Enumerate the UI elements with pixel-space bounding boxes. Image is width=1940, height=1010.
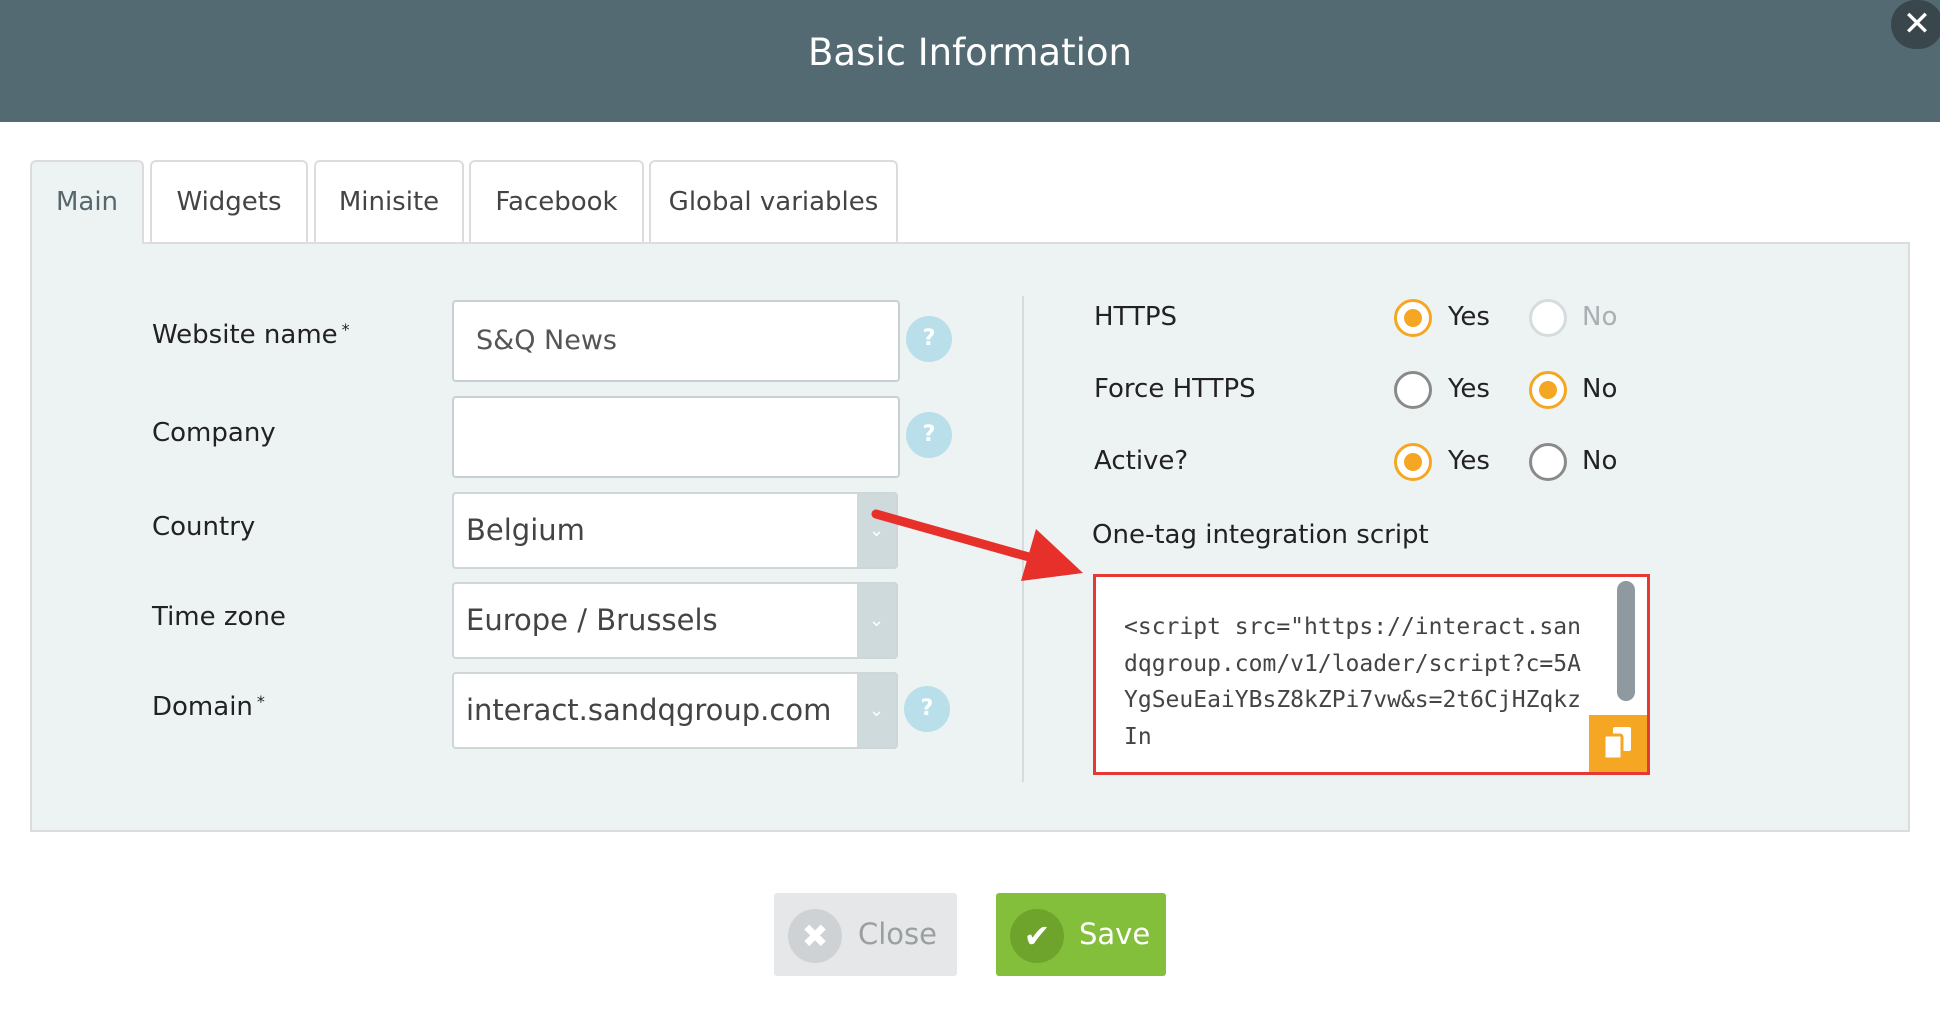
time-zone-value: Europe / Brussels (466, 603, 718, 637)
force-https-no-radio[interactable] (1529, 371, 1567, 409)
active-no-radio[interactable] (1529, 443, 1567, 481)
active-no-label: No (1582, 446, 1618, 476)
save-button-label: Save (1079, 917, 1151, 951)
company-label: Company (152, 418, 276, 448)
close-button[interactable]: ✖ Close (774, 893, 957, 976)
tab-main[interactable]: Main (30, 160, 144, 244)
script-label: One-tag integration script (1092, 520, 1429, 550)
scrollbar[interactable] (1617, 581, 1635, 701)
chevron-down-icon[interactable]: ⌄ (857, 674, 896, 747)
check-icon: ✔ (1010, 909, 1064, 963)
force-https-no-label: No (1582, 374, 1618, 404)
country-value: Belgium (466, 513, 585, 547)
chevron-down-icon[interactable]: ⌄ (857, 494, 896, 567)
tab-global-variables[interactable]: Global variables (649, 160, 898, 242)
script-code: <script src="https://interact.sandqgroup… (1124, 614, 1581, 750)
https-no-radio (1529, 299, 1567, 337)
time-zone-select[interactable]: Europe / Brussels ⌄ (452, 582, 898, 659)
country-label: Country (152, 512, 256, 542)
tab-minisite[interactable]: Minisite (314, 160, 464, 242)
dialog-title: Basic Information (808, 31, 1132, 74)
time-zone-label: Time zone (152, 602, 286, 632)
force-https-yes-radio[interactable] (1394, 371, 1432, 409)
website-name-input[interactable]: S&Q News (452, 300, 900, 382)
active-yes-label: Yes (1448, 446, 1490, 476)
domain-select[interactable]: interact.sandqgroup.com ⌄ (452, 672, 898, 749)
copy-button[interactable] (1589, 715, 1647, 772)
https-yes-radio[interactable] (1394, 299, 1432, 337)
force-https-label: Force HTTPS (1094, 374, 1256, 404)
https-yes-label: Yes (1448, 302, 1490, 332)
column-divider (1022, 296, 1024, 782)
dialog-header: Basic Information ✕ (0, 0, 1940, 122)
copy-icon (1602, 727, 1631, 761)
chevron-down-icon[interactable]: ⌄ (857, 584, 896, 657)
script-textarea[interactable]: <script src="https://interact.sandqgroup… (1093, 574, 1650, 775)
close-button-label: Close (858, 917, 937, 951)
question-icon[interactable]: ? (906, 412, 952, 458)
website-name-label: Website name * (152, 320, 350, 350)
question-icon[interactable]: ? (904, 686, 950, 732)
close-icon[interactable]: ✕ (1891, 0, 1940, 49)
https-label: HTTPS (1094, 302, 1178, 332)
active-yes-radio[interactable] (1394, 443, 1432, 481)
company-input[interactable] (452, 396, 900, 478)
active-label: Active? (1094, 446, 1189, 476)
cross-icon: ✖ (788, 909, 842, 963)
domain-value: interact.sandqgroup.com (466, 693, 832, 727)
tab-widgets[interactable]: Widgets (150, 160, 308, 242)
country-select[interactable]: Belgium ⌄ (452, 492, 898, 569)
save-button[interactable]: ✔ Save (996, 893, 1166, 976)
https-no-label: No (1582, 302, 1618, 332)
force-https-yes-label: Yes (1448, 374, 1490, 404)
question-icon[interactable]: ? (906, 316, 952, 362)
tab-facebook[interactable]: Facebook (469, 160, 644, 242)
domain-label: Domain * (152, 692, 265, 722)
